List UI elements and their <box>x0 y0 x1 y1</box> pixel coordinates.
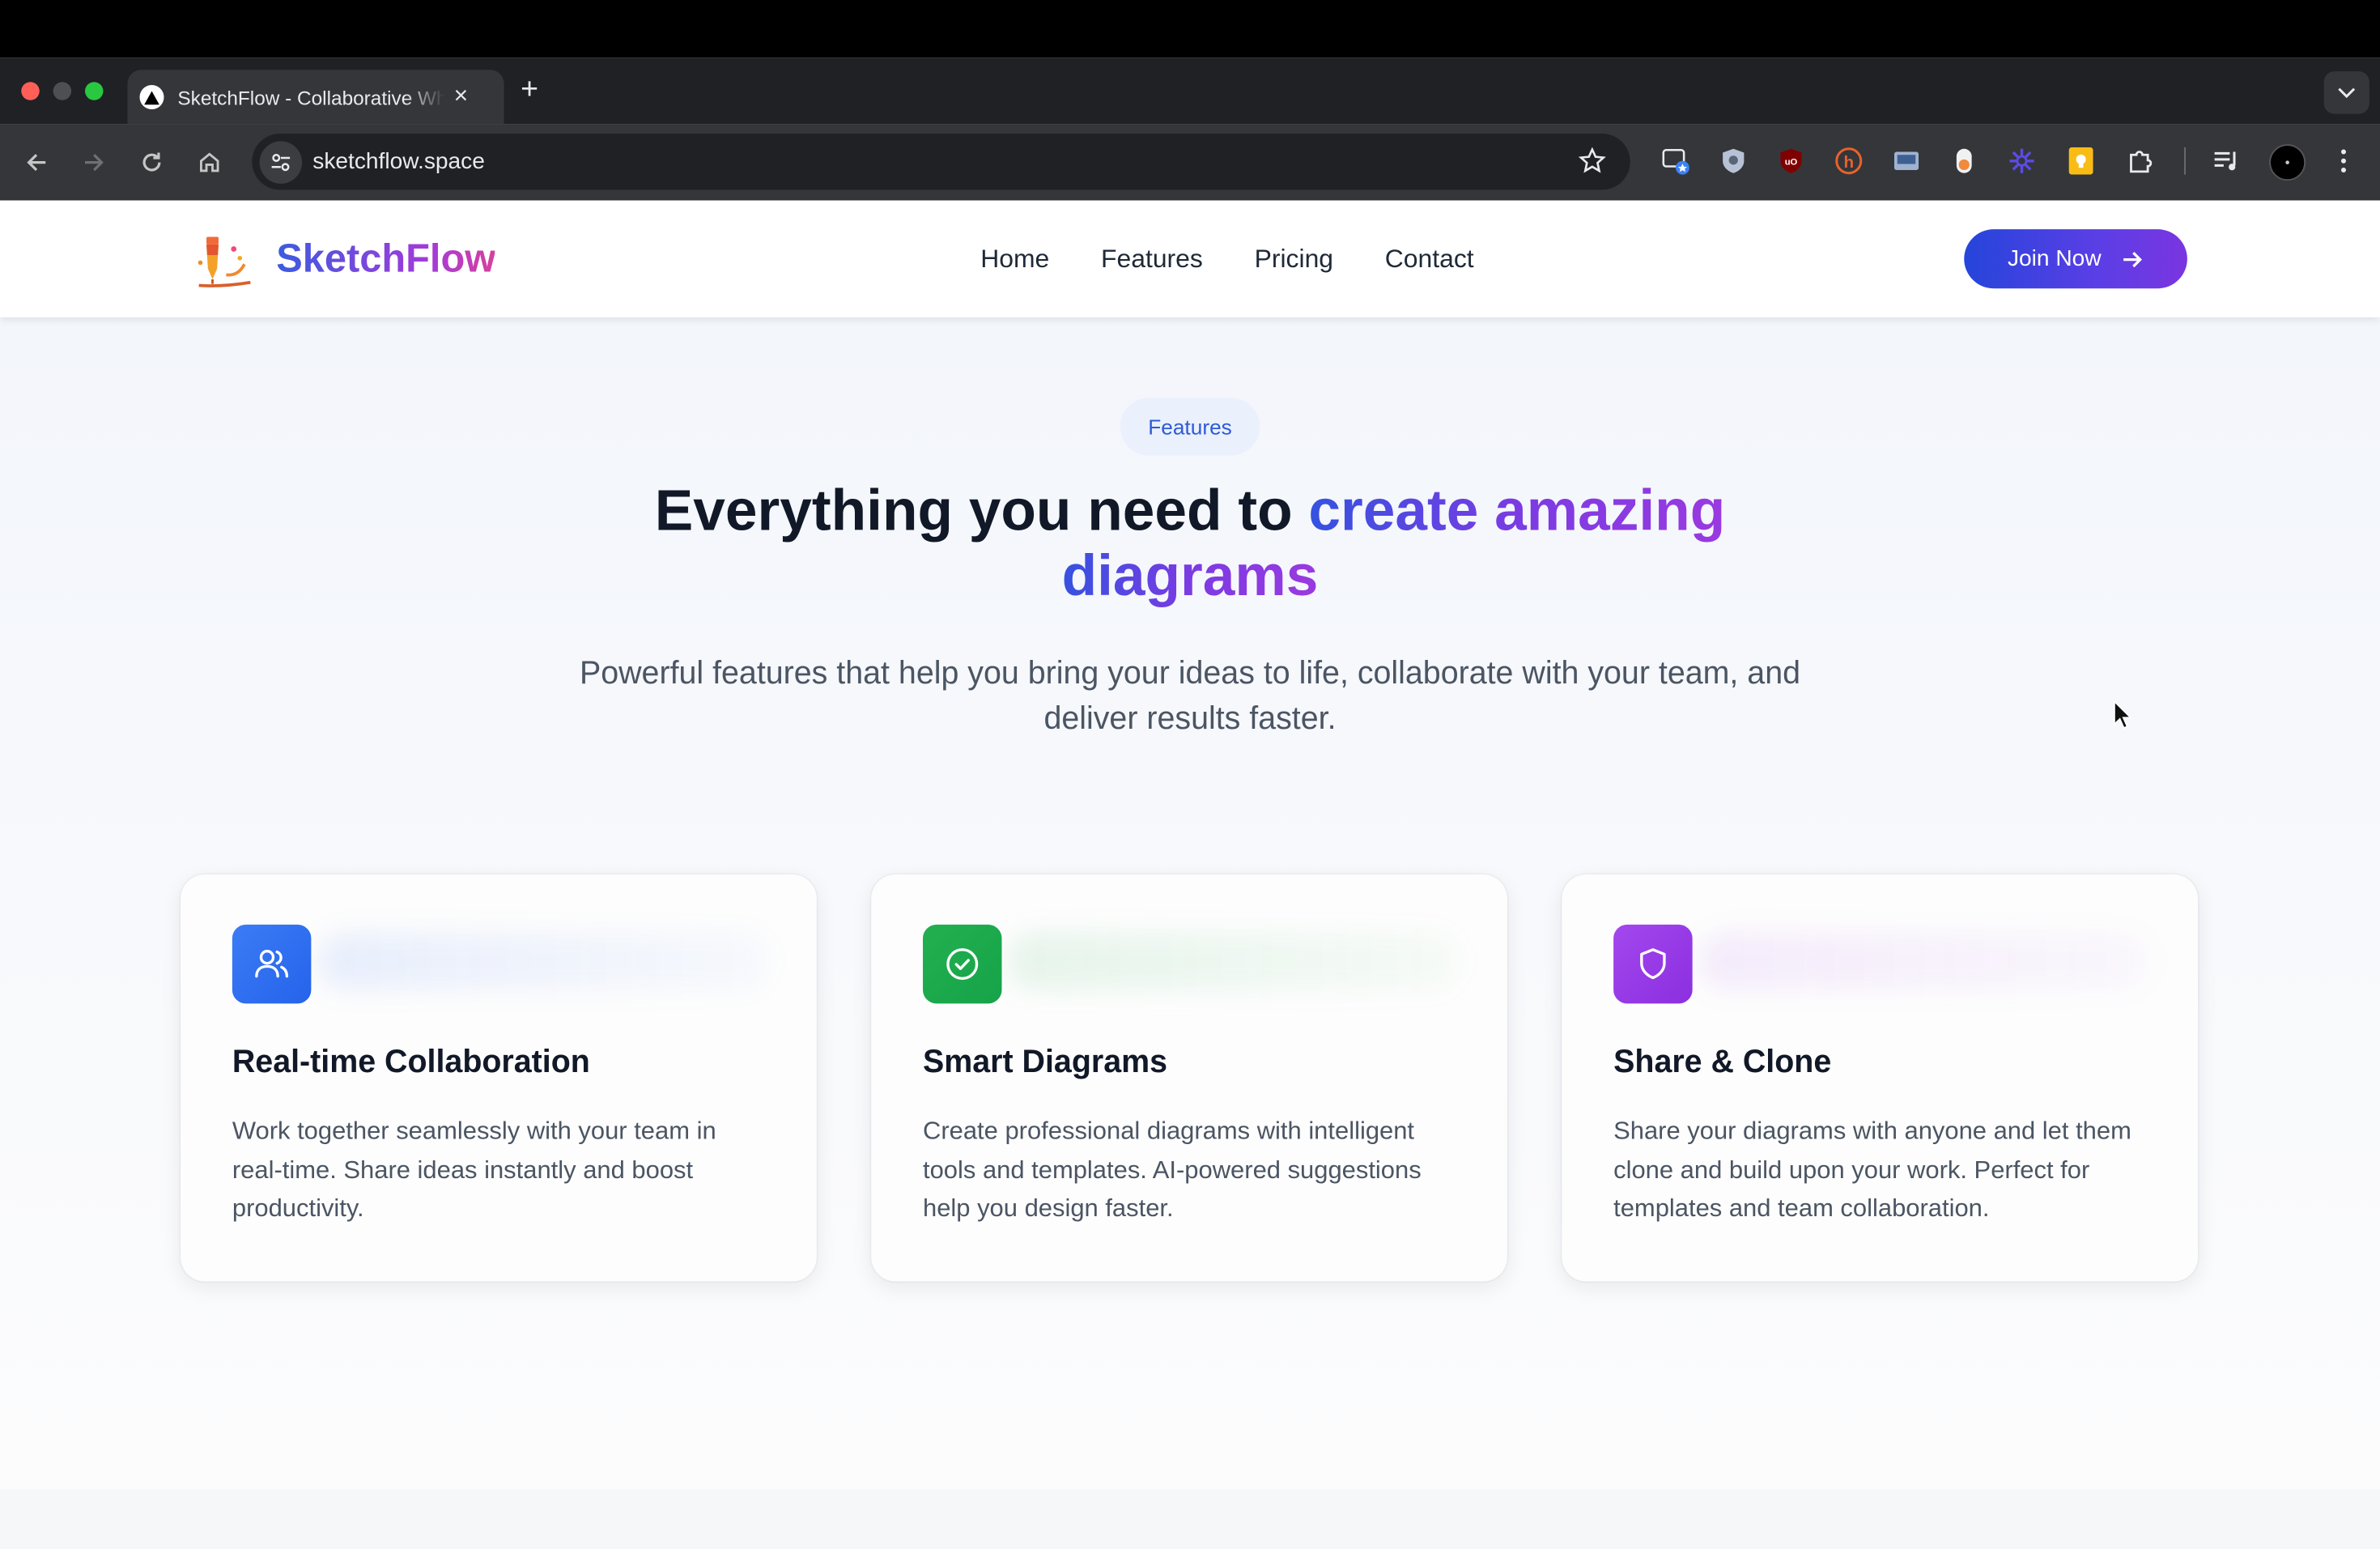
card-description: Work together seamlessly with your team … <box>232 1117 716 1223</box>
features-section: Features Everything you need to create a… <box>0 317 2380 1490</box>
media-controls-icon[interactable] <box>2213 147 2241 175</box>
users-icon <box>232 924 312 1004</box>
close-window-button[interactable] <box>21 82 40 100</box>
headline-plain: Everything you need to <box>654 479 1309 544</box>
arrow-right-icon <box>2123 251 2143 267</box>
bookmark-star-icon[interactable] <box>1578 147 1606 182</box>
feature-card-share-clone: Share & Clone Share your diagrams with a… <box>1562 875 2198 1282</box>
honey-icon[interactable]: h <box>1835 147 1863 175</box>
tab-manager-icon[interactable] <box>1662 147 1689 175</box>
home-icon[interactable] <box>193 146 226 179</box>
subtitle-line-2: deliver results faster. <box>1043 701 1337 737</box>
feature-card-collaboration: Real-time Collaboration Work together se… <box>181 875 817 1282</box>
headline-highlight: create amazing <box>1308 479 1726 544</box>
screenshot-extension-icon[interactable] <box>1893 147 1920 175</box>
nav-home[interactable]: Home <box>980 245 1049 275</box>
url-text: sketchflow.space <box>312 148 485 175</box>
new-tab-icon[interactable]: + <box>521 73 538 108</box>
ublock-icon[interactable]: uO <box>1778 147 1805 175</box>
perplexity-extension-icon[interactable] <box>2008 147 2036 175</box>
brand-name[interactable]: SketchFlow <box>276 236 495 283</box>
card-description: Share your diagrams with anyone and let … <box>1613 1117 2131 1223</box>
site-header: SketchFlow Home Features Pricing Contact… <box>0 200 2380 317</box>
card-glow <box>1698 932 2151 990</box>
section-badge: Features <box>1120 398 1260 456</box>
feature-card-smart-diagrams: Smart Diagrams Create professional diagr… <box>871 875 1507 1282</box>
card-glow <box>1008 932 1460 990</box>
keep-extension-icon[interactable] <box>2068 147 2095 175</box>
profile-avatar[interactable] <box>2269 144 2306 181</box>
card-title: Share & Clone <box>1613 1045 1832 1080</box>
shield-icon <box>1613 924 1693 1004</box>
svg-text:h: h <box>1843 153 1854 172</box>
toolbar-separator <box>2184 147 2186 175</box>
site-settings-icon[interactable] <box>259 140 303 183</box>
shield-extension-icon[interactable] <box>1719 147 1747 175</box>
extensions-puzzle-icon[interactable] <box>2127 147 2154 175</box>
menu-bar <box>0 0 2380 58</box>
address-bar[interactable]: sketchflow.space <box>252 134 1630 190</box>
minimize-window-button[interactable] <box>53 82 72 100</box>
join-now-label: Join Now <box>2007 245 2102 272</box>
section-subtitle: Powerful features that help you bring yo… <box>507 651 1873 743</box>
card-title: Real-time Collaboration <box>232 1045 590 1080</box>
nav-features[interactable]: Features <box>1101 245 1203 275</box>
tab-search-button[interactable] <box>2323 71 2369 114</box>
favicon-icon <box>139 85 164 109</box>
check-circle-icon <box>923 924 1002 1004</box>
main-nav: Home Features Pricing Contact <box>980 245 1525 275</box>
toggle-extension-icon[interactable] <box>1950 147 1978 175</box>
nav-contact[interactable]: Contact <box>1385 245 1474 275</box>
tab-active[interactable]: SketchFlow - Collaborative Whiteboard × <box>127 70 504 125</box>
card-description: Create professional diagrams with intell… <box>923 1117 1422 1223</box>
forward-icon[interactable] <box>78 146 111 179</box>
next-section-band <box>0 1489 2380 1549</box>
more-menu-icon[interactable] <box>2330 147 2357 175</box>
svg-text:uO: uO <box>1785 157 1798 167</box>
screen: SketchFlow - Collaborative Whiteboard × … <box>0 0 2380 1549</box>
card-title: Smart Diagrams <box>923 1045 1168 1080</box>
join-now-button[interactable]: Join Now <box>1964 229 2187 289</box>
nav-pricing[interactable]: Pricing <box>1255 245 1333 275</box>
card-glow <box>317 932 770 990</box>
headline-highlight-2: diagrams <box>1061 545 1319 609</box>
maximize-window-button[interactable] <box>85 82 104 100</box>
tab-title: SketchFlow - Collaborative Whiteboard <box>177 85 445 109</box>
tab-close-icon[interactable]: × <box>454 83 469 111</box>
mouse-cursor-icon <box>2113 700 2133 738</box>
chevron-down-icon <box>2338 87 2356 99</box>
back-icon[interactable] <box>19 146 53 179</box>
subtitle-line-1: Powerful features that help you bring yo… <box>579 656 1801 692</box>
logo-icon[interactable] <box>193 229 257 293</box>
reload-icon[interactable] <box>135 146 168 179</box>
section-headline: Everything you need to create amazing di… <box>583 480 1797 611</box>
